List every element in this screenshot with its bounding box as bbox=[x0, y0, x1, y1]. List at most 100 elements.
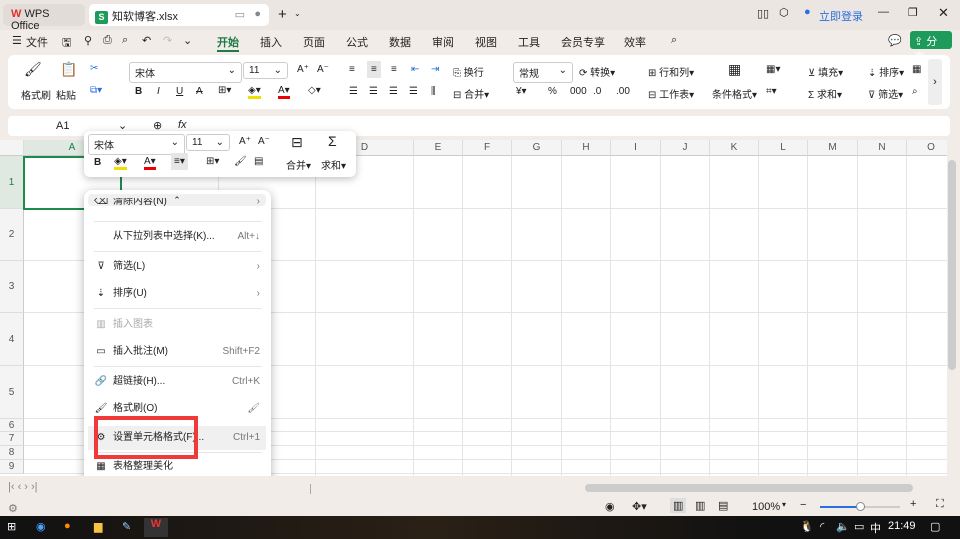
mini-size-select[interactable]: 11 ⌄ bbox=[186, 134, 230, 151]
undo-icon[interactable]: ↶ bbox=[142, 34, 151, 47]
restore-icon[interactable]: ❐ bbox=[908, 6, 918, 19]
tab-tools[interactable]: 工具 bbox=[518, 34, 540, 50]
name-box[interactable]: A1 bbox=[56, 120, 69, 132]
row-header-6[interactable]: 6 bbox=[0, 419, 24, 432]
format-painter-button[interactable]: 格式刷 bbox=[21, 87, 51, 102]
align-icon[interactable]: ≡▾ bbox=[171, 153, 188, 170]
redo-icon[interactable]: ↷ bbox=[163, 34, 172, 47]
tab-view[interactable]: 视图 bbox=[475, 34, 497, 50]
chevron-down-icon[interactable]: ▾ bbox=[782, 500, 786, 509]
font-select[interactable]: 宋体 ⌄ bbox=[129, 62, 242, 83]
row-header-1[interactable]: 1 bbox=[0, 156, 24, 209]
new-tab-icon[interactable]: + bbox=[278, 6, 287, 23]
tab-home[interactable]: 开始 bbox=[217, 34, 239, 52]
context-menu-item[interactable]: 从下拉列表中选择(K)... Alt+↓ bbox=[88, 225, 266, 249]
tab-insert[interactable]: 插入 bbox=[260, 34, 282, 50]
chevron-down-icon[interactable]: ⌄ bbox=[294, 9, 301, 18]
row-header-3[interactable]: 3 bbox=[0, 261, 24, 313]
cube-icon[interactable]: ⬡ bbox=[779, 6, 789, 19]
underline-icon[interactable]: U bbox=[176, 86, 183, 97]
context-menu-item[interactable]: ▭ 插入批注(M) Shift+F2 bbox=[88, 340, 266, 364]
windows-start-icon[interactable]: ⊞ bbox=[7, 520, 16, 533]
rows-cols-button[interactable]: ⊞ 行和列▾ bbox=[648, 64, 694, 79]
fill-color-icon[interactable]: ◈▾ bbox=[248, 85, 261, 99]
size-select[interactable]: 11 ⌄ bbox=[243, 62, 288, 79]
file-menu[interactable]: 文件 bbox=[26, 34, 48, 50]
distribute-icon[interactable]: ⫼ bbox=[431, 86, 436, 97]
thousands-icon[interactable]: 000 bbox=[570, 86, 587, 97]
browser-icon[interactable]: ◉ bbox=[36, 520, 46, 533]
row-header-4[interactable]: 4 bbox=[0, 313, 24, 366]
mini-sum-button[interactable]: 求和▾ bbox=[321, 157, 346, 172]
bold-icon[interactable]: B bbox=[135, 86, 142, 97]
decimal-decrease-icon[interactable]: .00 bbox=[616, 86, 630, 97]
wrap-button[interactable]: ⎘ 换行 bbox=[453, 64, 484, 79]
fill-button[interactable]: ⊻ 填充▾ bbox=[808, 64, 843, 79]
horizontal-scrollbar[interactable] bbox=[585, 484, 913, 492]
zoom-out-icon[interactable]: − bbox=[800, 499, 806, 511]
border-icon[interactable]: ⊞▾ bbox=[206, 156, 219, 167]
save-icon[interactable]: 🖫 bbox=[62, 34, 71, 53]
cell-style-icon[interactable]: ▦▾ bbox=[766, 64, 780, 75]
vertical-scrollbar[interactable] bbox=[948, 156, 956, 476]
strikethrough-icon[interactable]: A bbox=[196, 86, 203, 97]
align-center-icon[interactable]: ☰ bbox=[369, 86, 378, 97]
print-preview-icon[interactable]: ⌕ bbox=[122, 34, 128, 47]
minimize-icon[interactable]: — bbox=[878, 6, 889, 18]
macro-icon[interactable]: ⚙ bbox=[8, 502, 18, 515]
row-header-7[interactable]: 7 bbox=[0, 432, 24, 446]
firefox-icon[interactable]: ● bbox=[64, 520, 71, 532]
cond-format-button[interactable]: 条件格式▾ bbox=[712, 86, 757, 101]
search-icon[interactable]: ⌕ bbox=[671, 34, 677, 47]
user-icon[interactable]: ● bbox=[804, 6, 811, 18]
hamburger-icon[interactable]: ☰ bbox=[12, 34, 22, 47]
number-format-select[interactable]: 常规 ⌄ bbox=[513, 62, 573, 83]
page-break-view-icon[interactable]: ▤ bbox=[718, 499, 728, 512]
row-header-8[interactable]: 8 bbox=[0, 446, 24, 460]
sum-button[interactable]: Σ 求和▾ bbox=[808, 86, 842, 101]
filter-button[interactable]: ⊽ 筛选▾ bbox=[868, 86, 903, 101]
align-top-icon[interactable]: ≡ bbox=[349, 64, 355, 75]
row-header-5[interactable]: 5 bbox=[0, 366, 24, 419]
monitor-icon[interactable]: ▭ bbox=[235, 8, 245, 21]
select-all[interactable] bbox=[0, 140, 24, 156]
sort-button[interactable]: ⇣ 排序▾ bbox=[868, 64, 904, 79]
convert-button[interactable]: ⟳ 转换▾ bbox=[579, 64, 615, 79]
share-link-icon[interactable]: ⚲ bbox=[84, 34, 92, 47]
indent-increase-icon[interactable]: ⇥ bbox=[431, 64, 439, 75]
percent-icon[interactable]: % bbox=[548, 86, 557, 97]
sheet-nav-icons[interactable]: |‹ ‹ › ›| bbox=[8, 481, 38, 493]
fill-color-icon[interactable]: ◈▾ bbox=[114, 156, 127, 170]
locate-icon[interactable]: ✥▾ bbox=[632, 500, 647, 513]
column-header-J[interactable]: J bbox=[661, 140, 710, 156]
app-icon[interactable]: ✎ bbox=[122, 520, 131, 533]
tab-formula[interactable]: 公式 bbox=[346, 34, 368, 50]
bold-icon[interactable]: B bbox=[94, 157, 101, 168]
currency-icon[interactable]: ¥▾ bbox=[516, 86, 527, 97]
print-icon[interactable]: ⎙ bbox=[103, 34, 112, 47]
paste-button[interactable]: 粘贴 bbox=[56, 87, 76, 102]
brush-icon[interactable]: 🖌 bbox=[234, 156, 247, 167]
column-header-H[interactable]: H bbox=[562, 140, 611, 156]
reader-icon[interactable]: ▯▯ bbox=[757, 7, 769, 20]
column-header-N[interactable]: N bbox=[858, 140, 907, 156]
increase-font-icon[interactable]: A⁺ bbox=[239, 136, 251, 147]
more-icon[interactable]: ⌄ bbox=[183, 34, 192, 47]
decimal-increase-icon[interactable]: .0 bbox=[593, 86, 601, 97]
copy-icon[interactable]: ⧉▾ bbox=[90, 85, 102, 96]
notification-icon[interactable]: ▢ bbox=[930, 520, 940, 533]
decrease-font-icon[interactable]: A⁻ bbox=[258, 136, 270, 147]
mini-font-select[interactable]: 宋体 ⌄ bbox=[88, 134, 185, 155]
network-icon[interactable]: ◜ bbox=[820, 520, 824, 533]
login-link[interactable]: 立即登录 bbox=[819, 8, 863, 24]
zoom-level[interactable]: 100% bbox=[752, 501, 780, 513]
comment-bubble-icon[interactable]: 💬 bbox=[888, 34, 902, 47]
ime-indicator[interactable]: 中 bbox=[870, 520, 881, 536]
row-header-2[interactable]: 2 bbox=[0, 209, 24, 261]
italic-icon[interactable]: I bbox=[157, 86, 160, 97]
context-menu-item[interactable]: 🔗 超链接(H)... Ctrl+K bbox=[88, 370, 266, 394]
normal-view-icon[interactable]: ▥ bbox=[670, 498, 687, 513]
border-icon[interactable]: ⊞▾ bbox=[218, 85, 231, 96]
tab-review[interactable]: 审阅 bbox=[432, 34, 454, 50]
font-color-icon[interactable]: A▾ bbox=[144, 156, 156, 170]
